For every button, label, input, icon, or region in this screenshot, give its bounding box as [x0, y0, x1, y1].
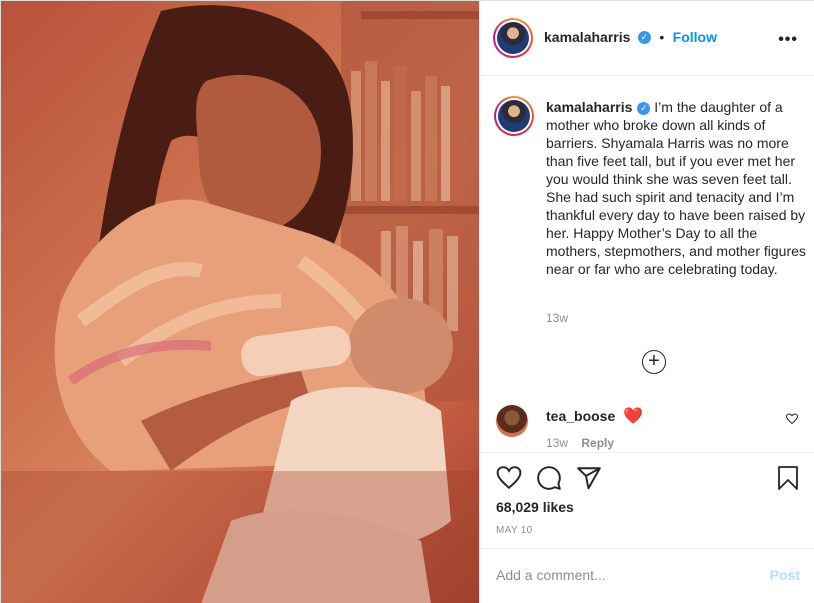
caption-body: I’m the daughter of a mother who broke d… [546, 99, 806, 277]
reply-button[interactable]: Reply [581, 436, 614, 450]
comment-bubble-icon[interactable] [536, 465, 562, 491]
comment-meta: 13w Reply [546, 436, 614, 450]
post-date[interactable]: MAY 10 [496, 525, 532, 536]
likes-count[interactable]: 68,029 likes [496, 499, 574, 515]
avatar-ring-inner [495, 20, 531, 56]
post-actions: 68,029 likes MAY 10 [480, 452, 814, 548]
commenter-avatar[interactable] [496, 405, 528, 437]
comment-input[interactable] [496, 567, 746, 583]
commenter-username[interactable]: tea_boose [546, 408, 615, 424]
caption-text: kamalaharris ✓ I’m the daughter of a moth… [546, 98, 814, 278]
follow-button[interactable]: Follow [673, 29, 717, 45]
comment-timestamp[interactable]: 13w [546, 436, 568, 450]
caption-timestamp[interactable]: 13w [546, 311, 568, 325]
header-separator: • [659, 29, 665, 45]
post-header: kamalaharris ✓ • Follow ••• [480, 1, 814, 76]
header-identity: kamalaharris ✓ • Follow [544, 29, 717, 47]
bookmark-icon[interactable] [776, 465, 800, 491]
paper-plane-icon[interactable] [576, 465, 602, 491]
author-avatar[interactable] [493, 18, 533, 58]
post-comment-button[interactable]: Post [770, 567, 800, 583]
heart-icon[interactable] [496, 465, 522, 491]
caption-verified-badge-icon: ✓ [637, 101, 651, 115]
caption-avatar-image [498, 100, 530, 132]
post-photo[interactable] [1, 1, 479, 603]
comment-like-heart-icon[interactable] [786, 413, 798, 425]
verified-badge-icon: ✓ [637, 31, 651, 45]
plus-circle-icon[interactable]: + [642, 350, 666, 374]
caption-username[interactable]: kamalaharris [546, 99, 632, 115]
instagram-post-window: kamalaharris ✓ • Follow ••• kamalaharris… [0, 0, 814, 603]
caption-avatar-ring-inner [496, 98, 532, 134]
comment-item: tea_boose ❤️ 13w Reply [496, 403, 814, 451]
comment-composer: Post [480, 548, 814, 603]
author-username[interactable]: kamalaharris [544, 29, 630, 45]
comment-text: ❤️ [623, 408, 644, 425]
photo-illustration [1, 1, 479, 603]
post-detail-panel: kamalaharris ✓ • Follow ••• kamalaharris… [479, 1, 814, 603]
avatar-image [497, 22, 529, 54]
caption-author-avatar[interactable] [494, 96, 534, 136]
comment-content: tea_boose ❤️ [546, 406, 643, 426]
more-options-icon[interactable]: ••• [778, 31, 798, 49]
